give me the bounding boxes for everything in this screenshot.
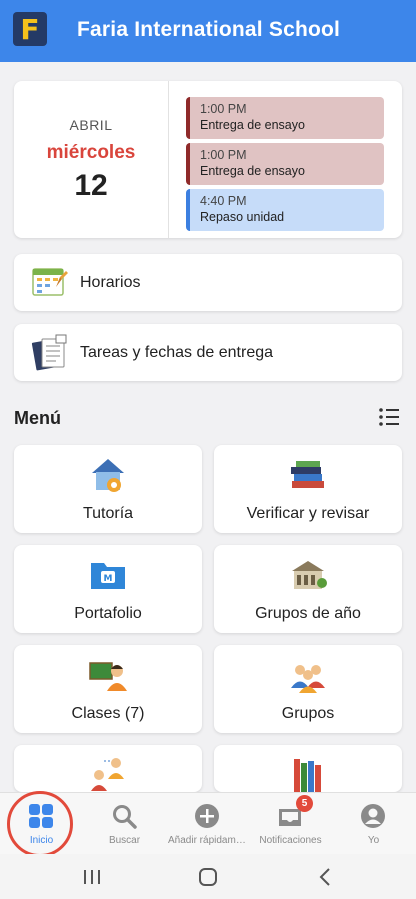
classes-icon <box>89 662 127 691</box>
schedule-link[interactable]: Horarios <box>14 254 402 311</box>
menu-title: Menú <box>14 408 61 428</box>
calendar-month: ABRIL <box>69 117 113 133</box>
svg-text:M: M <box>104 574 113 584</box>
app-header: F Faria International School <box>0 0 416 62</box>
notification-badge: 5 <box>296 795 313 812</box>
nav-search[interactable]: Buscar <box>83 793 166 855</box>
groups-icon <box>291 665 325 693</box>
library-books-icon <box>294 759 321 793</box>
event-time: 1:00 PM <box>200 148 247 162</box>
tile-partial-left[interactable] <box>14 745 202 792</box>
back-icon[interactable] <box>314 866 338 888</box>
calendar-event[interactable]: 1:00 PM Entrega de ensayo <box>186 97 384 139</box>
portfolio-folder-icon: M <box>91 563 125 589</box>
nav-quick-add[interactable]: Añadir rápidame... <box>166 793 249 855</box>
event-title: Entrega de ensayo <box>200 118 305 132</box>
tile-review[interactable]: Verificar y revisar <box>214 445 402 533</box>
tile-portfolio[interactable]: M Portafolio <box>14 545 202 633</box>
nav-label: Notificaciones <box>259 835 322 846</box>
schedule-icon <box>32 268 68 296</box>
calendar-date: ABRIL miércoles 12 <box>14 81 169 238</box>
tile-label: Clases (7) <box>71 705 145 722</box>
tile-partial-right[interactable] <box>214 745 402 793</box>
profile-icon <box>361 804 385 828</box>
assignments-label: Tareas y fechas de entrega <box>80 343 274 361</box>
nav-notifications[interactable]: Notificaciones <box>249 793 332 855</box>
event-time: 4:40 PM <box>200 194 247 208</box>
search-icon <box>113 805 137 829</box>
school-logo: F <box>13 12 47 46</box>
calendar-weekday: miércoles <box>46 142 136 163</box>
calendar-day: 12 <box>74 169 108 202</box>
tile-classes[interactable]: Clases (7) <box>14 645 202 733</box>
calendar-event[interactable]: 1:00 PM Entrega de ensayo <box>186 143 384 185</box>
school-name: Faria International School <box>77 18 341 41</box>
nav-label: Yo <box>367 835 380 846</box>
tutoring-house-icon <box>92 459 124 492</box>
system-navigation-bar <box>0 854 416 899</box>
home-button-icon[interactable] <box>196 866 220 888</box>
mentoring-icon <box>91 758 124 791</box>
event-title: Repaso unidad <box>200 210 285 224</box>
school-building-icon <box>292 561 327 589</box>
tile-label: Grupos de año <box>255 605 361 622</box>
tile-groups[interactable]: Grupos <box>214 645 402 733</box>
calendar-event[interactable]: 4:40 PM Repaso unidad <box>186 189 384 231</box>
recent-apps-icon[interactable] <box>80 866 104 888</box>
tile-label: Portafolio <box>74 605 142 622</box>
tile-tutoring[interactable]: Tutoría <box>14 445 202 533</box>
list-view-icon[interactable] <box>378 406 400 428</box>
event-title: Entrega de ensayo <box>200 164 305 178</box>
tile-label: Verificar y revisar <box>246 505 370 522</box>
nav-label: Añadir rápidame... <box>168 835 249 846</box>
add-icon <box>195 804 219 828</box>
event-time: 1:00 PM <box>200 102 247 116</box>
tile-year-groups[interactable]: Grupos de año <box>214 545 402 633</box>
books-icon <box>291 461 324 488</box>
assignments-icon <box>31 334 67 371</box>
tile-label: Tutoría <box>82 505 134 522</box>
tile-label: Grupos <box>281 705 335 722</box>
active-tab-highlight <box>7 791 73 857</box>
schedule-label: Horarios <box>80 273 141 291</box>
assignments-link[interactable]: Tareas y fechas de entrega <box>14 324 402 381</box>
nav-profile[interactable]: Yo <box>332 793 415 855</box>
nav-label: Buscar <box>108 835 141 846</box>
